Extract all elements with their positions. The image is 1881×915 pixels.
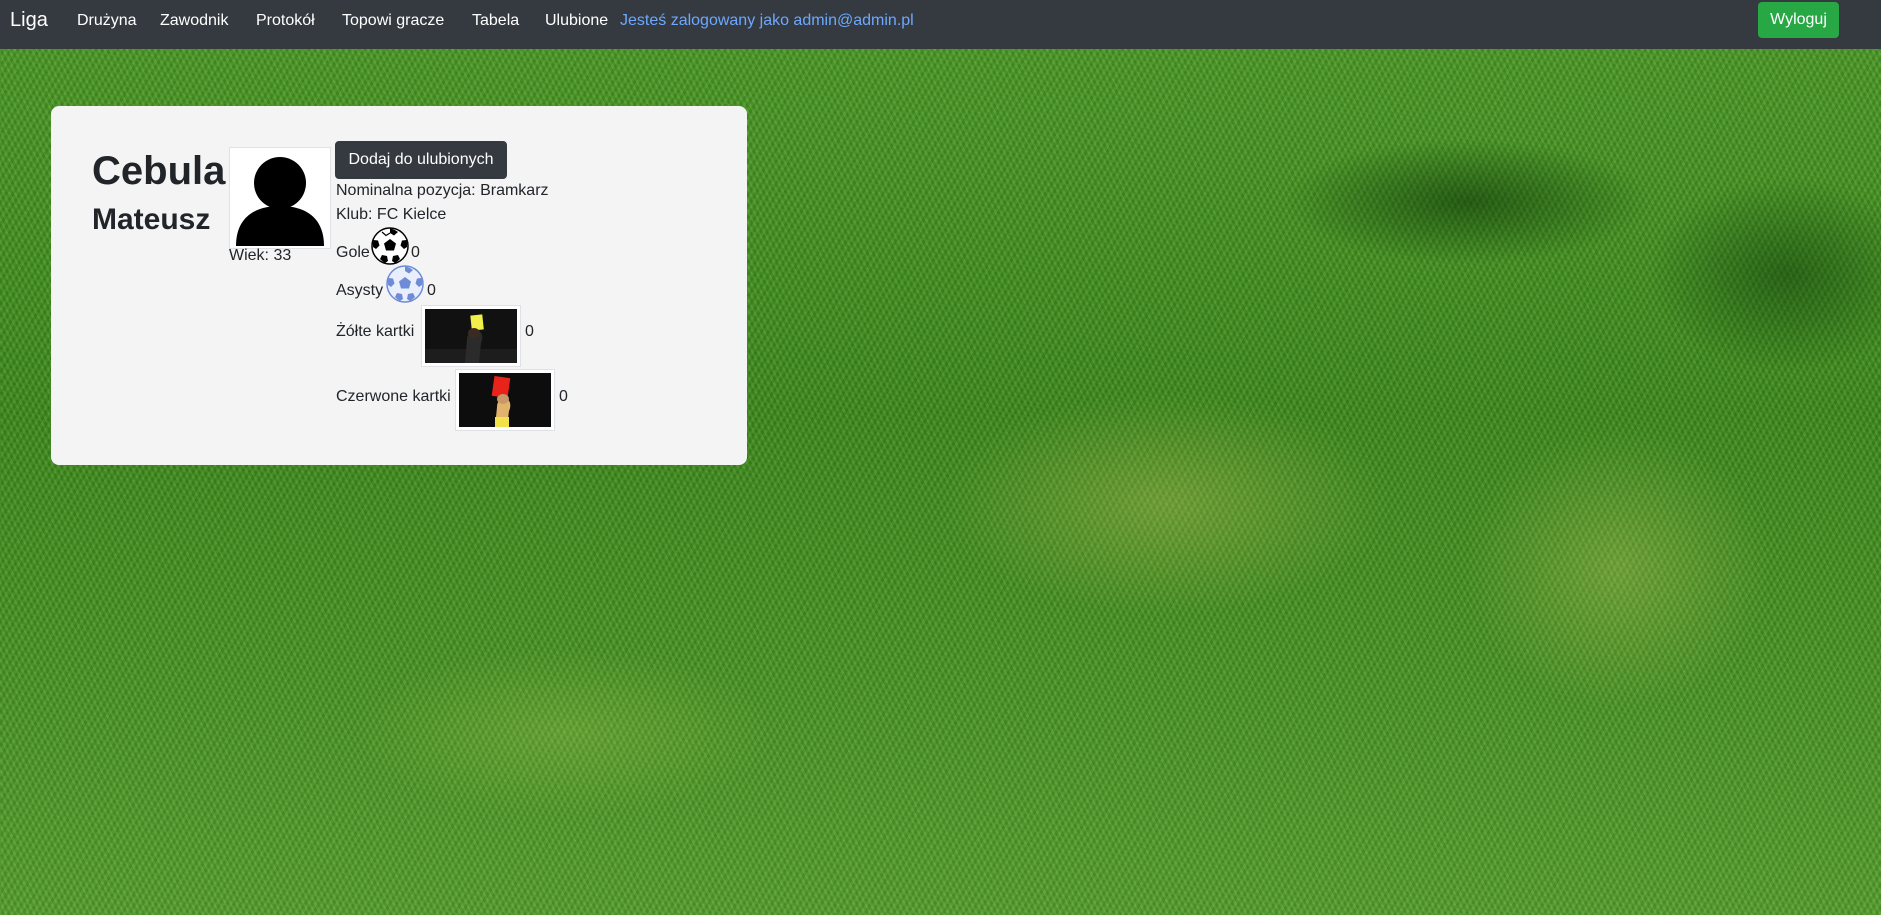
- nav-link-ulubione[interactable]: Ulubione: [545, 11, 608, 31]
- nav-link-zawodnik[interactable]: Zawodnik: [160, 11, 228, 31]
- red-card-photo: [455, 369, 555, 431]
- red-cards-value: 0: [559, 388, 568, 405]
- player-age: Wiek: 33: [229, 247, 292, 264]
- nav-link-protokol[interactable]: Protokół: [256, 11, 315, 31]
- red-cards-label: Czerwone kartki: [336, 388, 451, 405]
- soccer-ball-icon: [371, 227, 409, 265]
- add-to-favorites-button[interactable]: Dodaj do ulubionych: [335, 141, 507, 179]
- logged-in-status: Jesteś zalogowany jako admin@admin.pl: [620, 12, 914, 29]
- top-navbar: Liga Drużyna Zawodnik Protokół Topowi gr…: [0, 0, 1881, 49]
- player-avatar: [229, 147, 331, 249]
- assists-label: Asysty: [336, 282, 384, 299]
- goals-value: 0: [411, 244, 420, 261]
- player-firstname: Mateusz: [92, 203, 211, 236]
- avatar-silhouette-icon: [232, 150, 328, 246]
- blue-soccer-ball-icon: [386, 265, 424, 303]
- yellow-card-photo: [421, 305, 521, 367]
- player-surname: Cebula: [92, 149, 226, 193]
- red-card-icon: [459, 373, 551, 427]
- nav-link-tabela[interactable]: Tabela: [472, 11, 519, 31]
- player-position: Nominalna pozycja: Bramkarz: [336, 182, 549, 199]
- yellow-cards-value: 0: [525, 323, 534, 340]
- yellow-cards-label: Żółte kartki: [336, 323, 415, 340]
- assists-value: 0: [427, 282, 436, 299]
- player-club: Klub: FC Kielce: [336, 206, 447, 223]
- nav-link-topowi-gracze[interactable]: Topowi gracze: [342, 11, 444, 31]
- brand-link[interactable]: Liga: [10, 8, 48, 32]
- player-card: Cebula Mateusz Wiek: 33 Dodaj do ulubion…: [51, 106, 747, 465]
- nav-link-druzyna[interactable]: Drużyna: [77, 11, 137, 31]
- yellow-card-icon: [425, 309, 517, 363]
- goals-label: Gole: [336, 244, 370, 261]
- logout-button[interactable]: Wyloguj: [1758, 2, 1839, 38]
